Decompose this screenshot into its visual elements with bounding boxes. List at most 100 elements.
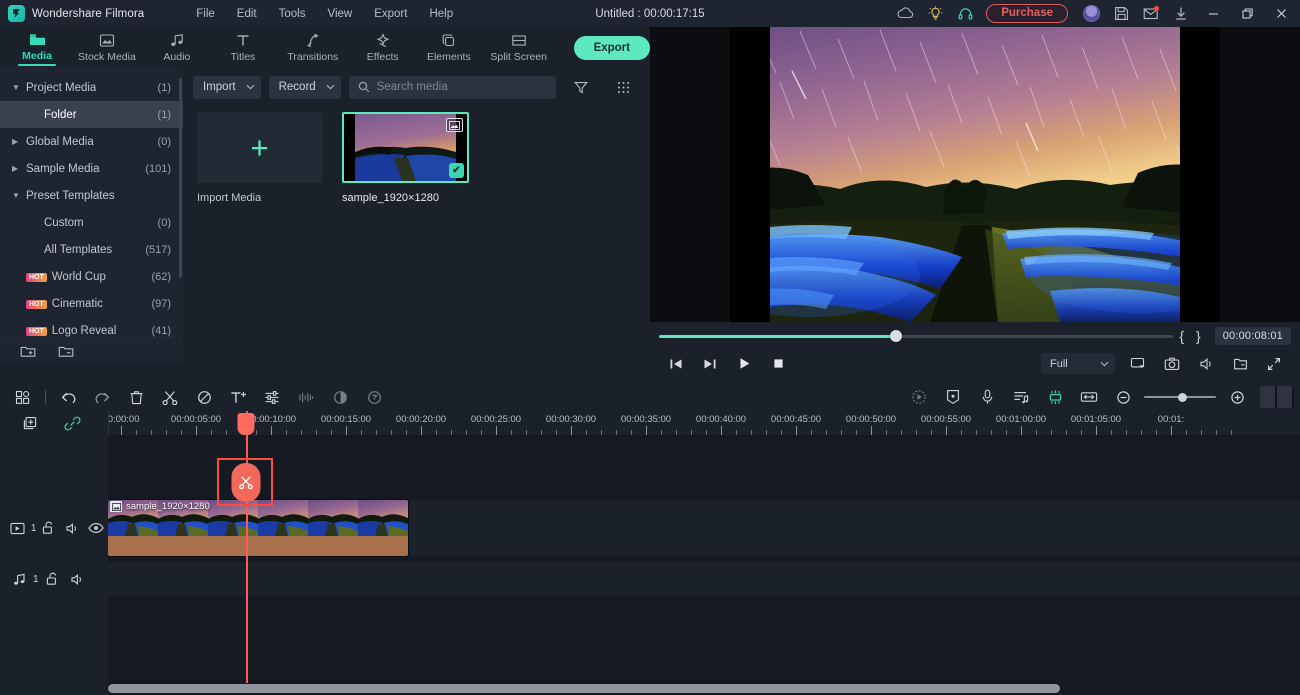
timeline-ruler[interactable]: 00:00:0000:00:05:0000:00:10:0000:00:15:0… (108, 411, 1300, 435)
close-icon[interactable] (1264, 0, 1298, 27)
chevron-down-icon[interactable]: ▼ (12, 191, 26, 200)
pop-out-icon[interactable] (1121, 351, 1155, 377)
sidebar-item-folder[interactable]: Folder (1) (0, 101, 183, 128)
color-match-icon[interactable] (323, 383, 357, 411)
import-dropdown[interactable]: Import (193, 75, 261, 99)
render-folder-icon[interactable] (1223, 351, 1257, 377)
media-thumbnail[interactable]: ✔ (342, 112, 469, 183)
tab-effects[interactable]: Effects (350, 27, 416, 68)
scissors-icon[interactable] (153, 383, 187, 411)
record-dropdown[interactable]: Record (268, 75, 341, 99)
music-note-icon[interactable] (6, 568, 32, 590)
chevron-down-icon[interactable]: ▼ (12, 83, 26, 92)
magnet-snap-icon[interactable] (1038, 383, 1072, 411)
cloud-icon[interactable] (890, 0, 920, 27)
track-lane-audio-1[interactable] (108, 562, 1300, 596)
mark-out-button[interactable]: } (1190, 328, 1207, 344)
speed-icon[interactable] (357, 383, 391, 411)
save-icon[interactable] (1106, 0, 1136, 27)
undo-icon[interactable] (51, 383, 85, 411)
export-button[interactable]: Export (573, 35, 650, 60)
timeline-tracks[interactable]: sample_1920×1280 (108, 435, 1300, 695)
menu-tools[interactable]: Tools (268, 4, 317, 24)
chevron-right-icon[interactable]: ▶ (12, 137, 26, 146)
timeline-overflow-panel[interactable] (1260, 386, 1294, 408)
menu-help[interactable]: Help (418, 4, 464, 24)
split-at-playhead-button[interactable] (231, 463, 261, 502)
avatar-icon[interactable] (1076, 0, 1106, 27)
menu-edit[interactable]: Edit (226, 4, 268, 24)
seek-handle[interactable] (889, 330, 902, 342)
sidebar-item-all-templates[interactable]: All Templates (517) (0, 236, 183, 263)
link-icon[interactable] (64, 416, 81, 431)
menu-export[interactable]: Export (363, 4, 418, 24)
zoom-in-icon[interactable] (1220, 383, 1254, 411)
sidebar-item-project-media[interactable]: ▼ Project Media (1) (0, 74, 183, 101)
timeline-horizontal-scrollbar[interactable] (108, 684, 1060, 693)
sidebar-item-sample-media[interactable]: ▶ Sample Media (101) (0, 155, 183, 182)
zoom-out-icon[interactable] (1106, 383, 1140, 411)
stop-icon[interactable] (761, 351, 795, 377)
unlock-icon[interactable] (36, 517, 60, 539)
seek-bar[interactable] (659, 330, 1174, 342)
layout-grid-icon[interactable] (6, 383, 40, 411)
headset-icon[interactable] (950, 0, 980, 27)
tab-titles[interactable]: Titles (210, 27, 276, 68)
import-media-tile[interactable]: + (197, 112, 322, 183)
chevron-right-icon[interactable]: ▶ (12, 164, 26, 173)
next-frame-icon[interactable] (693, 351, 727, 377)
render-preview-icon[interactable] (902, 383, 936, 411)
sidebar-item-cinematic[interactable]: HOT Cinematic (97) (0, 290, 183, 317)
eye-icon[interactable] (84, 517, 108, 539)
menu-file[interactable]: File (185, 4, 226, 24)
search-media-box[interactable] (348, 75, 556, 99)
trash-icon[interactable] (119, 383, 153, 411)
timeline-clip[interactable]: sample_1920×1280 (108, 500, 408, 556)
sidebar-item-preset-templates[interactable]: ▼ Preset Templates (0, 182, 183, 209)
restore-icon[interactable] (1230, 0, 1264, 27)
minimize-icon[interactable] (1196, 0, 1230, 27)
unlock-icon[interactable] (39, 568, 65, 590)
video-track-icon[interactable] (6, 517, 30, 539)
download-icon[interactable] (1166, 0, 1196, 27)
preview-quality-dropdown[interactable]: Full (1041, 353, 1115, 374)
grid-view-icon[interactable] (606, 73, 640, 101)
sidebar-scrollbar[interactable] (179, 78, 182, 278)
mark-in-button[interactable]: { (1173, 328, 1190, 344)
detach-audio-icon[interactable] (1004, 383, 1038, 411)
sidebar-item-world-cup[interactable]: HOT World Cup (62) (0, 263, 183, 290)
redo-icon[interactable] (85, 383, 119, 411)
filter-icon[interactable] (564, 73, 598, 101)
prev-frame-icon[interactable] (659, 351, 693, 377)
media-item-import[interactable]: + Import Media (197, 112, 324, 204)
video-canvas[interactable] (650, 27, 1300, 322)
playhead-handle[interactable] (237, 413, 255, 435)
sidebar-item-global-media[interactable]: ▶ Global Media (0) (0, 128, 183, 155)
marker-shield-icon[interactable] (936, 383, 970, 411)
microphone-icon[interactable] (970, 383, 1004, 411)
audio-mixer-icon[interactable] (289, 383, 323, 411)
speaker-icon[interactable] (60, 517, 84, 539)
media-item-clip[interactable]: ✔ sample_1920×1280 (342, 112, 469, 204)
tab-transitions[interactable]: Transitions (276, 27, 350, 68)
tab-audio[interactable]: Audio (144, 27, 210, 68)
speaker-icon[interactable] (1189, 351, 1223, 377)
sidebar-item-custom[interactable]: Custom (0) (0, 209, 183, 236)
mail-icon[interactable] (1136, 0, 1166, 27)
timeline-zoom-slider[interactable] (1144, 384, 1216, 410)
track-lane-video-1[interactable]: sample_1920×1280 (108, 500, 1300, 556)
remove-folder-icon[interactable] (58, 344, 74, 358)
no-entry-icon[interactable] (187, 383, 221, 411)
menu-view[interactable]: View (316, 4, 363, 24)
purchase-button[interactable]: Purchase (986, 4, 1068, 23)
fit-width-icon[interactable] (1072, 383, 1106, 411)
search-input[interactable] (376, 81, 547, 93)
tab-media[interactable]: Media (4, 27, 70, 68)
camera-icon[interactable] (1155, 351, 1189, 377)
add-text-icon[interactable] (221, 383, 255, 411)
fullscreen-icon[interactable] (1257, 351, 1291, 377)
new-folder-icon[interactable] (20, 344, 36, 358)
zoom-slider-handle[interactable] (1178, 393, 1188, 402)
tab-elements[interactable]: Elements (416, 27, 482, 68)
tab-split-screen[interactable]: Split Screen (482, 27, 556, 68)
